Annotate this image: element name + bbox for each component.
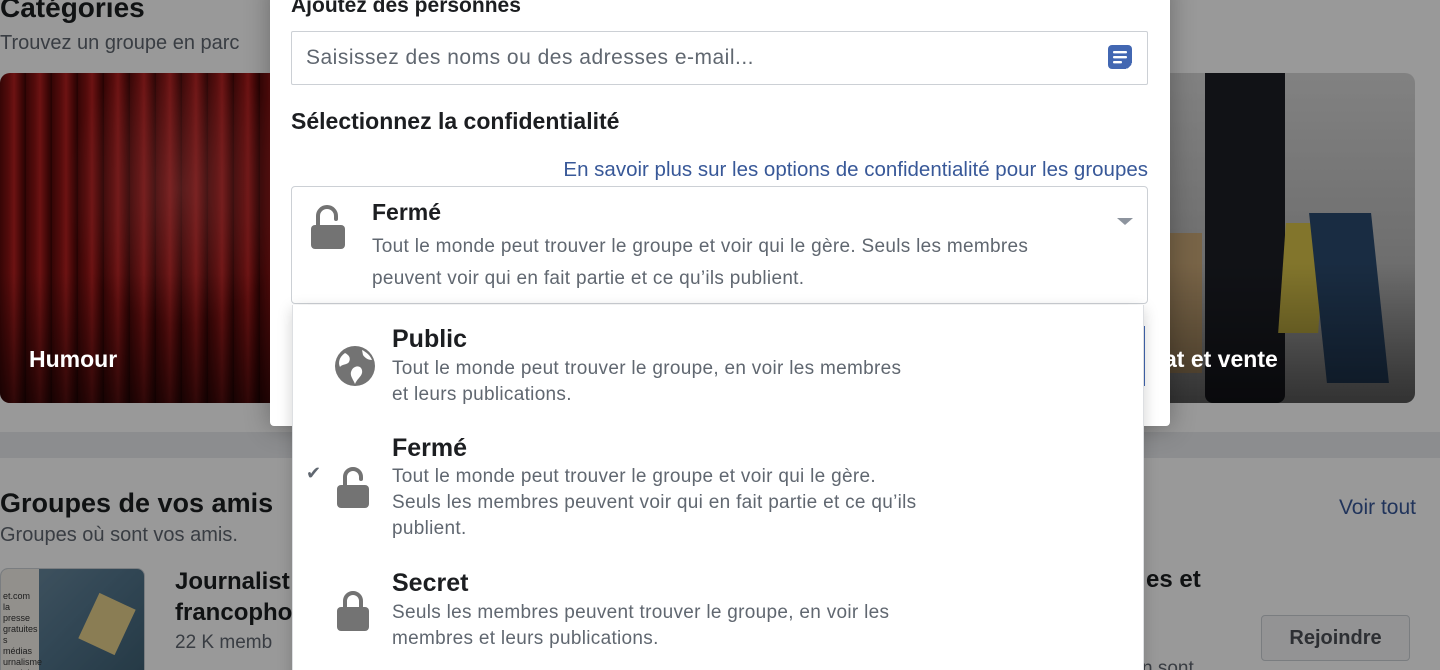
- privacy-select[interactable]: Fermé Tout le monde peut trouver le grou…: [291, 186, 1148, 304]
- privacy-option-closed[interactable]: ✔ Fermé Tout le monde peut trouver le gr…: [293, 430, 1145, 566]
- privacy-option-description: Seuls les membres peuvent trouver le gro…: [392, 602, 890, 649]
- category-card-label: Humour: [29, 346, 118, 372]
- privacy-option-title: Fermé: [392, 434, 468, 462]
- selected-privacy-description: Tout le monde peut trouver le groupe et …: [372, 236, 1029, 289]
- add-people-input[interactable]: [292, 32, 1092, 84]
- globe-icon: [335, 346, 375, 386]
- privacy-option-public[interactable]: Public Tout le monde peut trouver le gro…: [293, 305, 1145, 427]
- chevron-down-icon[interactable]: [1117, 218, 1133, 225]
- privacy-learn-more-link[interactable]: En savoir plus sur les options de confid…: [563, 158, 1148, 182]
- category-card-label: at et vente: [1164, 346, 1278, 372]
- privacy-option-description: Tout le monde peut trouver le groupe et …: [392, 466, 917, 539]
- unlocked-padlock-icon: [337, 467, 369, 508]
- selected-privacy-title: Fermé: [372, 199, 442, 225]
- privacy-section-title: Sélectionnez la confidentialité: [291, 108, 620, 134]
- privacy-option-title: Secret: [392, 569, 469, 597]
- checkmark-icon: ✔: [306, 463, 322, 483]
- privacy-option-secret[interactable]: Secret Seuls les membres peuvent trouver…: [293, 567, 1145, 670]
- add-people-field[interactable]: [291, 31, 1148, 85]
- add-people-label: Ajoutez des personnes: [291, 0, 521, 17]
- privacy-option-description: Tout le monde peut trouver le groupe, en…: [392, 358, 902, 405]
- privacy-option-title: Public: [392, 325, 468, 353]
- privacy-dropdown-menu: Public Tout le monde peut trouver le gro…: [292, 305, 1144, 670]
- contact-list-icon[interactable]: [1106, 43, 1134, 71]
- unlocked-padlock-icon: [311, 205, 345, 249]
- locked-padlock-icon: [337, 591, 369, 631]
